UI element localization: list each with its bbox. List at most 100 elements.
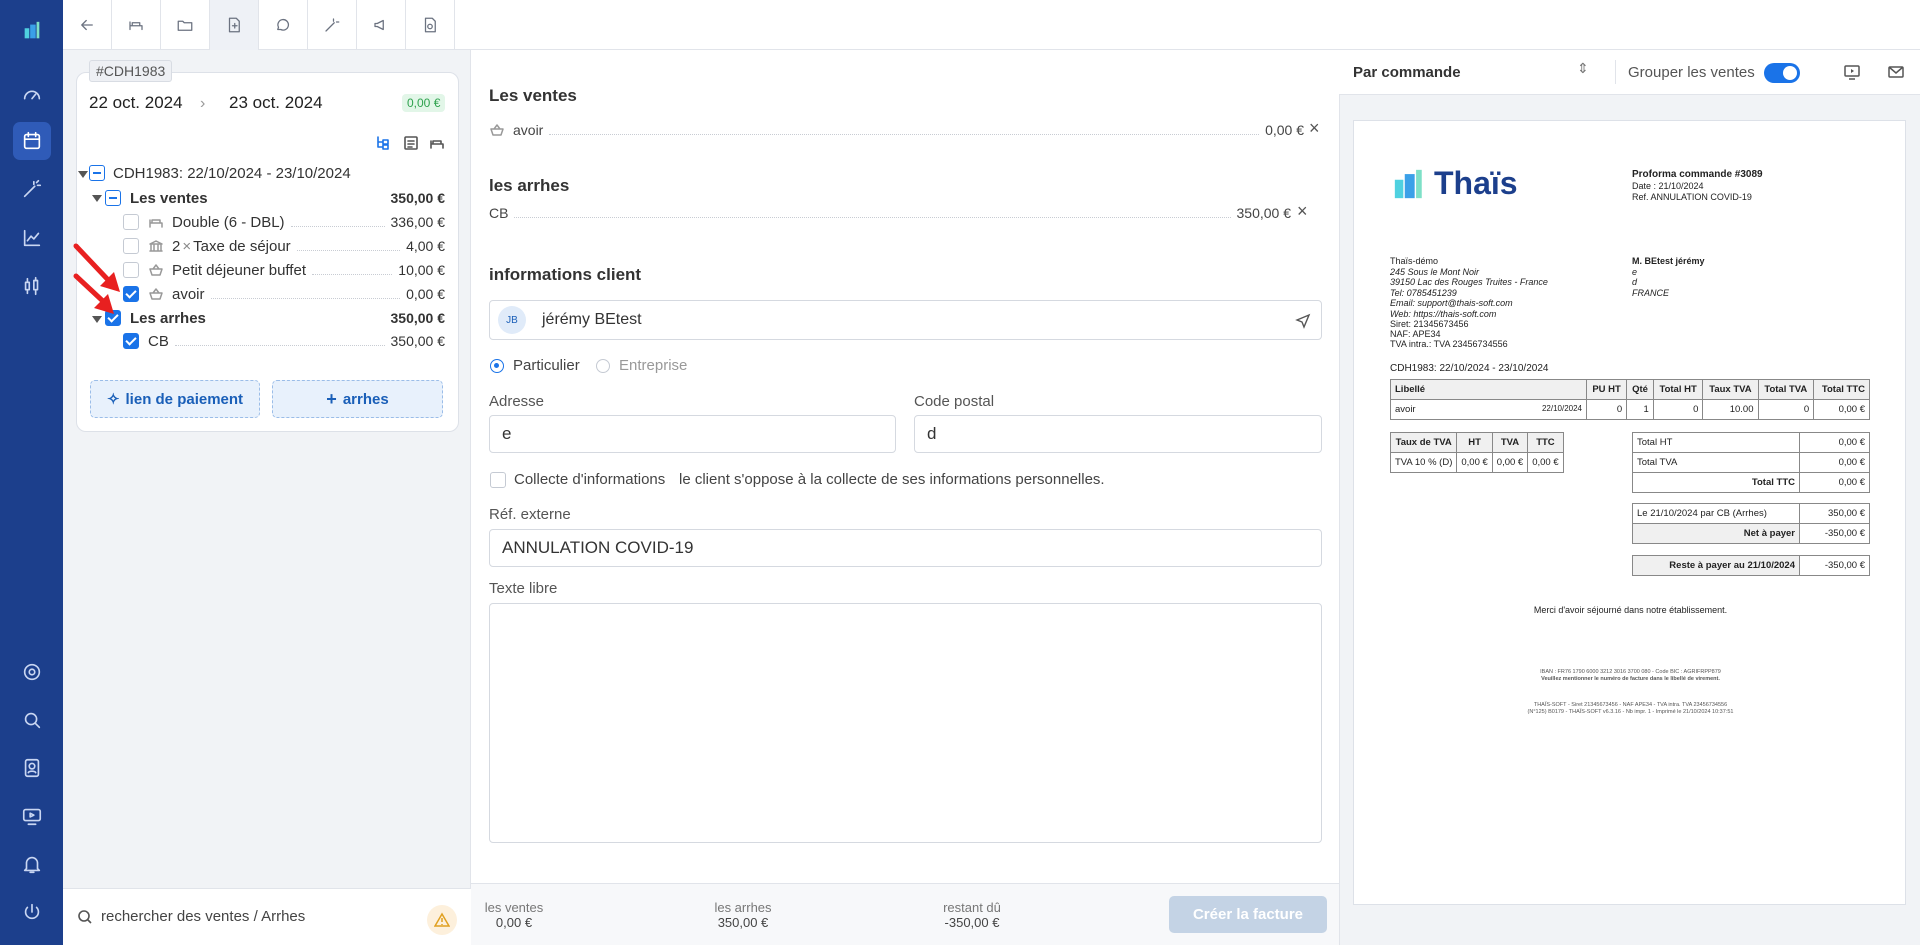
folder-icon[interactable]: [161, 0, 210, 50]
sales-item-row[interactable]: avoir 0,00 €: [148, 284, 445, 304]
basket-icon: [148, 286, 164, 302]
sales-item-row[interactable]: Double (6 - DBL) 336,00 €: [148, 212, 445, 232]
wand-icon[interactable]: [308, 0, 357, 50]
doc-date: Date : 21/10/2024: [1632, 181, 1704, 191]
collect-info-description: le client s'oppose à la collecte de ses …: [679, 471, 1105, 488]
bed-icon[interactable]: [112, 0, 161, 50]
client-selector[interactable]: JB jérémy BEtest: [489, 300, 1322, 340]
bank-icon: [148, 238, 164, 254]
room-view-icon[interactable]: [429, 135, 445, 151]
group-sales-toggle[interactable]: [1764, 63, 1800, 83]
plus-icon: +: [326, 388, 337, 409]
deposits-section-title: les arrhes: [489, 176, 570, 195]
stay-line: CDH1983: 22/10/2024 - 23/10/2024: [1390, 363, 1549, 374]
radio-private[interactable]: [490, 359, 504, 373]
radio-company-label: Entreprise: [619, 357, 688, 374]
add-deposit-button[interactable]: + arrhes: [272, 380, 443, 418]
mail-icon[interactable]: [1887, 63, 1905, 81]
sales-line: avoir 0,00 €: [489, 120, 1304, 140]
free-text-textarea[interactable]: [489, 603, 1322, 843]
postal-code-input[interactable]: d: [914, 415, 1322, 453]
footer-deposits: les arrhes 350,00 €: [714, 900, 772, 930]
sales-item-row[interactable]: 2 × Taxe de séjour 4,00 €: [148, 236, 445, 256]
remove-deposit-icon[interactable]: ×: [1297, 201, 1308, 222]
sales-section-title: Les ventes: [489, 86, 577, 105]
footer-sales: les ventes 0,00 €: [484, 900, 544, 930]
expand-caret-icon[interactable]: [78, 171, 88, 178]
back-icon[interactable]: [63, 0, 112, 50]
client-line: d: [1632, 277, 1638, 287]
brand-logo: [1394, 169, 1422, 199]
dashboard-icon[interactable]: [13, 76, 51, 114]
document-settings-icon[interactable]: [406, 0, 455, 50]
preview-header: Par commande ⇕ Grouper les ventes: [1339, 50, 1920, 95]
search-input[interactable]: rechercher des ventes / Arrhes: [101, 908, 305, 925]
date-end[interactable]: 23 oct. 2024: [229, 93, 323, 113]
payments-table: Le 21/10/2024 par CB (Arrhes) 350,00 € Ne…: [1632, 503, 1870, 544]
iban-note: Veuillez mentionner le numéro de facture…: [1541, 676, 1720, 682]
calendar-icon[interactable]: [13, 122, 51, 160]
search-icon: [78, 910, 92, 924]
address-input[interactable]: e: [489, 415, 896, 453]
collect-info-checkbox[interactable]: [490, 472, 506, 488]
basket-icon: [148, 262, 164, 278]
collect-info-label: Collecte d'informations: [514, 471, 666, 488]
warning-icon[interactable]: [427, 905, 457, 935]
sales-item-row[interactable]: Petit déjeuner buffet 10,00 €: [148, 260, 445, 280]
deposits-group-row: Les arrhes 350,00 €: [130, 309, 445, 327]
megaphone-icon[interactable]: [357, 0, 406, 50]
radio-private-label: Particulier: [513, 357, 580, 374]
doc-ref: Ref. ANNULATION COVID-19: [1632, 192, 1752, 202]
root-checkbox[interactable]: [89, 165, 105, 181]
send-icon[interactable]: [1295, 313, 1311, 329]
radio-company[interactable]: [596, 359, 610, 373]
item-checkbox-checked[interactable]: [123, 333, 139, 349]
tree-view-icon[interactable]: [375, 135, 391, 151]
mode-select[interactable]: Par commande: [1353, 64, 1461, 81]
deposit-line: CB 350,00 €: [489, 205, 1291, 221]
sparkle-icon: ✧: [106, 391, 120, 408]
invoice-icon[interactable]: [210, 0, 259, 50]
balance-badge: 0,00 €: [402, 94, 446, 112]
thanks-message: Merci d'avoir séjourné dans notre établi…: [1533, 605, 1728, 615]
free-text-label: Texte libre: [489, 580, 558, 597]
bell-icon[interactable]: [13, 845, 51, 883]
stats-icon[interactable]: [13, 219, 51, 257]
item-checkbox[interactable]: [123, 214, 139, 230]
presentation-icon[interactable]: [1843, 63, 1861, 81]
chat-icon[interactable]: [259, 0, 308, 50]
video-icon[interactable]: [13, 797, 51, 835]
client-section-title: informations client: [489, 265, 642, 284]
select-arrows-icon: ⇕: [1577, 60, 1589, 76]
basket-icon: [489, 122, 505, 138]
client-line: M. BEtest jérémy: [1632, 256, 1705, 266]
ext-ref-input[interactable]: ANNULATION COVID-19: [489, 529, 1322, 567]
date-start[interactable]: 22 oct. 2024: [89, 93, 183, 113]
rest-table: Reste à payer au 21/10/2024 -350,00 €: [1632, 555, 1870, 576]
help-icon[interactable]: [13, 653, 51, 691]
power-icon[interactable]: [13, 893, 51, 931]
create-invoice-button[interactable]: Créer la facture: [1169, 896, 1327, 933]
hotel-line: TVA intra.: TVA 23456734556: [1390, 339, 1508, 349]
payment-link-button[interactable]: ✧ lien de paiement: [90, 380, 260, 418]
contacts-icon[interactable]: [13, 749, 51, 787]
root-label: CDH1983: 22/10/2024 - 23/10/2024: [113, 164, 351, 182]
search-icon[interactable]: [13, 701, 51, 739]
client-name: jérémy BEtest: [542, 311, 642, 328]
sales-group-checkbox[interactable]: [105, 190, 121, 206]
legal-line: THAÏS-SOFT - Siret 21345673456 - NAF APE…: [1533, 702, 1728, 708]
magic-wand-icon[interactable]: [13, 170, 51, 208]
list-view-icon[interactable]: [403, 135, 419, 151]
brand-name: Thaïs: [1434, 165, 1518, 201]
deposit-item-row[interactable]: CB 350,00 €: [148, 331, 445, 351]
remove-sale-icon[interactable]: ×: [1309, 118, 1320, 139]
chevron-right-icon: ›: [200, 95, 206, 112]
expand-caret-icon[interactable]: [92, 195, 102, 202]
logo-icon[interactable]: [13, 12, 51, 50]
invoice-preview-document: Thaïs Proforma commande #3089 Date : 21/…: [1353, 120, 1906, 905]
candlestick-icon[interactable]: [13, 267, 51, 305]
avatar: JB: [498, 306, 526, 334]
address-label: Adresse: [489, 393, 545, 410]
legal-line: (N°125) B0179 - THAÏS-SOFT v6.3.16 - Nb …: [1527, 709, 1734, 715]
bed-icon: [148, 214, 164, 230]
